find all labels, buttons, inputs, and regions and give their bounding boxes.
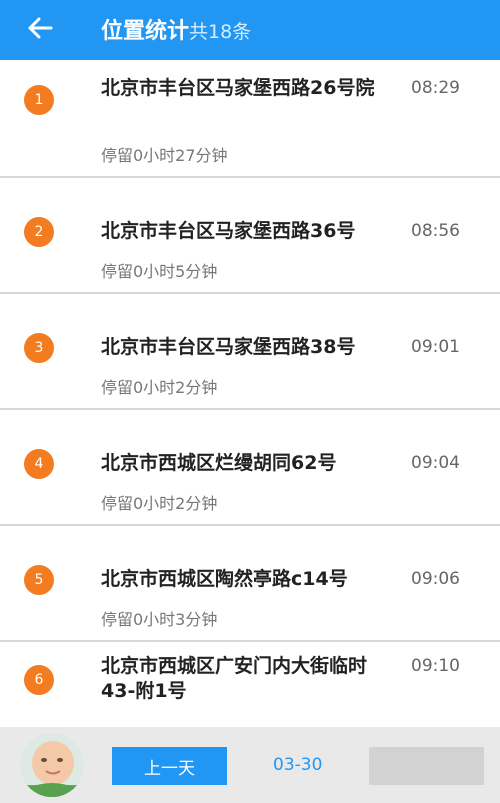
bottom-bar: 上一天 03-30 <box>0 727 500 803</box>
list-item[interactable]: 5 北京市西城区陶然亭路c14号 09:06 停留0小时3分钟 <box>0 526 500 642</box>
item-time: 08:56 <box>411 221 460 241</box>
item-time: 09:06 <box>411 569 460 589</box>
page-title: 位置统计共18条 <box>101 13 251 45</box>
next-day-button[interactable] <box>369 747 484 785</box>
list-item[interactable]: 4 北京市西城区烂缦胡同62号 09:04 停留0小时2分钟 <box>0 410 500 526</box>
location-list: 1 北京市丰台区马家堡西路26号院 08:29 停留0小时27分钟 2 北京市丰… <box>0 62 500 758</box>
item-stay-duration: 停留0小时5分钟 <box>101 262 218 281</box>
item-index-badge: 3 <box>24 333 54 363</box>
item-index-badge: 2 <box>24 217 54 247</box>
header-bar: 位置统计共18条 <box>0 0 500 60</box>
current-date: 03-30 <box>273 755 323 775</box>
item-stay-duration: 停留0小时27分钟 <box>101 146 228 165</box>
item-address: 北京市西城区烂缦胡同62号 <box>101 452 337 474</box>
avatar[interactable] <box>20 733 84 797</box>
list-item[interactable]: 2 北京市丰台区马家堡西路36号 08:56 停留0小时5分钟 <box>0 178 500 294</box>
item-stay-duration: 停留0小时2分钟 <box>101 378 218 397</box>
item-time: 09:10 <box>411 656 460 676</box>
item-address: 北京市丰台区马家堡西路38号 <box>101 336 356 358</box>
record-count: 共18条 <box>189 21 252 43</box>
arrow-left-icon <box>28 17 53 39</box>
item-address: 北京市西城区陶然亭路c14号 <box>101 568 348 590</box>
item-stay-duration: 停留0小时3分钟 <box>101 610 218 629</box>
item-time: 09:01 <box>411 337 460 357</box>
item-index-badge: 4 <box>24 449 54 479</box>
item-time: 09:04 <box>411 453 460 473</box>
baby-avatar-icon <box>20 733 84 797</box>
item-address: 北京市丰台区马家堡西路36号 <box>101 220 356 242</box>
list-item[interactable]: 3 北京市丰台区马家堡西路38号 09:01 停留0小时2分钟 <box>0 294 500 410</box>
location-stats-screen: 位置统计共18条 1 北京市丰台区马家堡西路26号院 08:29 停留0小时27… <box>0 0 500 803</box>
page-title-text: 位置统计 <box>101 19 190 44</box>
back-button[interactable] <box>22 10 58 46</box>
item-stay-duration: 停留0小时2分钟 <box>101 494 218 513</box>
item-index-badge: 6 <box>24 665 54 695</box>
item-address: 北京市西城区广安门内大街临时43-附1号 <box>101 655 368 702</box>
item-time: 08:29 <box>411 78 460 98</box>
item-index-badge: 1 <box>24 85 54 115</box>
list-item[interactable]: 1 北京市丰台区马家堡西路26号院 08:29 停留0小时27分钟 <box>0 62 500 178</box>
prev-day-button[interactable]: 上一天 <box>112 747 227 785</box>
item-index-badge: 5 <box>24 565 54 595</box>
item-address: 北京市丰台区马家堡西路26号院 <box>101 77 375 99</box>
